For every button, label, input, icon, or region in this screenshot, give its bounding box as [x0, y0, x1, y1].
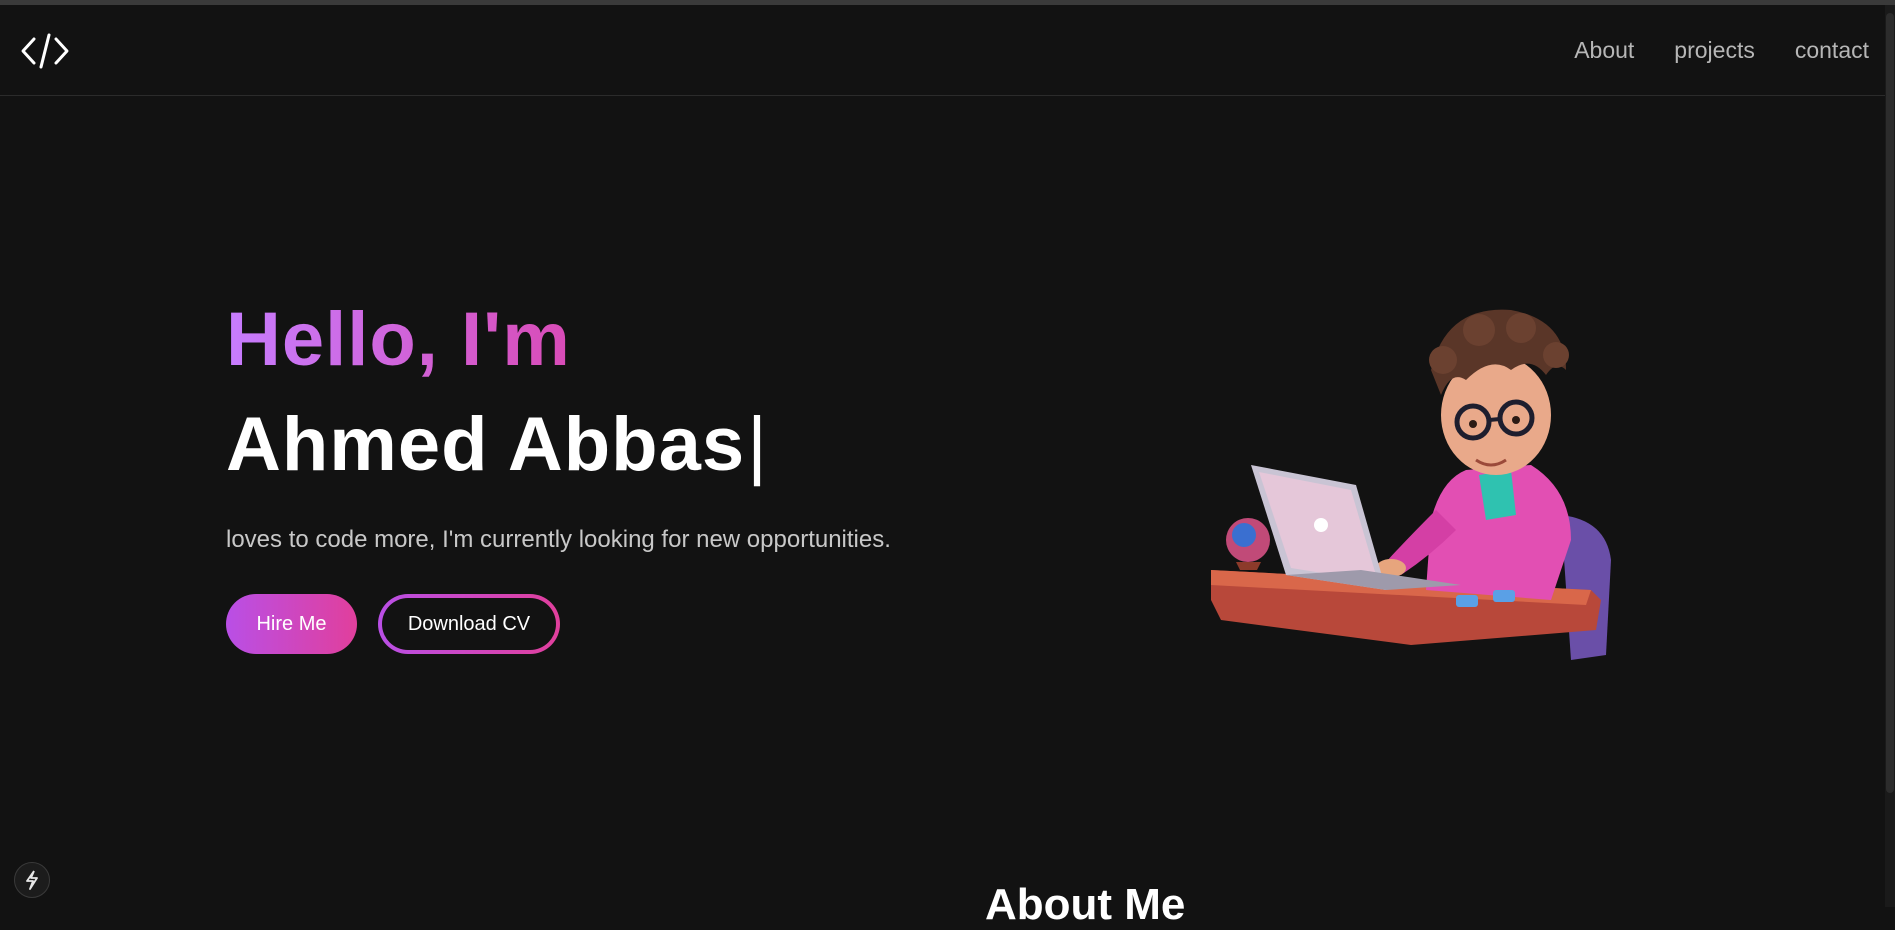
nav-link-contact[interactable]: contact	[1795, 37, 1869, 64]
code-brackets-icon[interactable]	[20, 31, 70, 71]
scrollbar-thumb[interactable]	[1886, 13, 1894, 793]
about-heading: About Me	[985, 880, 1186, 929]
developer-at-laptop-illustration	[1211, 300, 1651, 666]
nav-link-projects[interactable]: projects	[1674, 37, 1755, 64]
hire-me-button[interactable]: Hire Me	[226, 594, 357, 654]
hero-tagline: loves to code more, I'm currently lookin…	[226, 526, 891, 553]
lightning-bolt-icon[interactable]	[14, 862, 50, 898]
nav-links: About projects contact	[1574, 5, 1869, 96]
hero-section: Hello, I'm Ahmed Abbas | loves to code mo…	[226, 290, 1026, 654]
download-cv-button[interactable]: Download CV	[378, 594, 560, 654]
page-scrollbar[interactable]	[1885, 5, 1895, 907]
hero-buttons: Hire Me Download CV	[226, 594, 1026, 654]
navbar: About projects contact	[0, 5, 1895, 96]
hero-greeting: Hello, I'm	[226, 290, 1026, 390]
typing-caret: |	[747, 402, 768, 487]
hero-name: Ahmed Abbas	[226, 402, 746, 487]
nav-link-about[interactable]: About	[1574, 37, 1634, 64]
hero-name-line: Ahmed Abbas |	[226, 390, 1026, 500]
